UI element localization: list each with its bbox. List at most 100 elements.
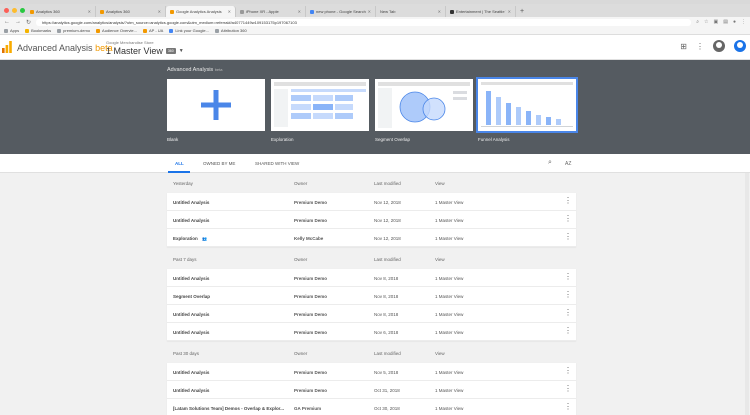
table-row[interactable]: Untitled Analysis Premium Demo Nov 5, 2018… (167, 363, 576, 381)
bookmark-item[interactable]: premium-demo (57, 28, 90, 33)
table-row[interactable]: Untitled Analysis Premium Demo Nov 8, 2018… (167, 269, 576, 287)
search-icon[interactable]: ⌕ (548, 159, 552, 167)
browser-tab-active[interactable]: Google Analytics Analysis ✕ (166, 6, 236, 17)
table-row[interactable]: [Latam Solutions Team] Demos - Overlap &… (167, 399, 576, 415)
view-cell: 1 Master View (435, 200, 464, 205)
more-vert-icon[interactable]: ⋮ (696, 42, 704, 51)
tab-all[interactable]: ALL (175, 161, 184, 166)
template-card-funnel-analysis[interactable] (476, 77, 578, 133)
more-vert-icon[interactable]: ⋮ (564, 366, 572, 375)
column-header-owner[interactable]: Owner (294, 181, 307, 186)
analysis-name: Untitled Analysis (173, 370, 210, 375)
browser-tab[interactable]: New Tab ✕ (376, 6, 446, 17)
minimize-window-icon[interactable] (12, 8, 17, 13)
template-label: Blank (167, 137, 179, 142)
owner-cell: Kelly McCabe (294, 236, 324, 241)
template-card-segment-overlap[interactable] (375, 79, 473, 131)
url-input[interactable]: https://analytics.google.com/analytics/a… (36, 18, 692, 26)
forward-icon[interactable]: → (15, 19, 21, 25)
owner-cell: Premium Demo (294, 200, 328, 205)
reload-icon[interactable]: ↻ (26, 19, 31, 26)
browser-tab[interactable]: Entertainment | The Seattle T ✕ (446, 6, 516, 17)
extension-icon[interactable]: ▣ (714, 19, 719, 25)
column-header-view[interactable]: View (435, 351, 445, 356)
apps-grid-icon[interactable]: ⊞ (680, 42, 687, 51)
column-header-last-modified[interactable]: Last modified (374, 257, 401, 262)
bookmark-apps[interactable]: Apps (4, 28, 19, 33)
close-window-icon[interactable] (4, 8, 9, 13)
table-row[interactable]: Untitled Analysis Premium Demo Nov 8, 2018… (167, 305, 576, 323)
google-favicon-icon (169, 28, 174, 33)
close-tab-icon[interactable]: ✕ (158, 9, 161, 14)
more-vert-icon[interactable]: ⋮ (564, 272, 572, 281)
owner-cell: Premium Demo (294, 370, 328, 375)
zoom-icon[interactable]: ⌕ (696, 19, 699, 25)
more-vert-icon[interactable]: ⋮ (564, 326, 572, 335)
menu-icon[interactable]: ⋮ (741, 19, 746, 25)
template-card-blank[interactable] (167, 79, 265, 131)
google-favicon-icon (310, 9, 314, 14)
bookmark-item[interactable]: Attribution 360 (214, 28, 247, 33)
page-scrollbar[interactable] (745, 173, 749, 415)
browser-tab[interactable]: Analytics 360 ✕ (96, 6, 166, 17)
table-row[interactable]: Untitled Analysis Premium Demo Nov 12, 201… (167, 193, 576, 211)
address-bar-row: ← → ↻ https://analytics.google.com/analy… (0, 17, 750, 27)
column-header-last-modified[interactable]: Last modified (374, 181, 401, 186)
more-vert-icon[interactable]: ⋮ (564, 290, 572, 299)
column-header-view[interactable]: View (435, 181, 445, 186)
tab-owned-by-me[interactable]: OWNED BY ME (203, 161, 235, 166)
new-tab-icon[interactable]: + (516, 6, 524, 17)
user-avatar-icon[interactable] (734, 40, 746, 52)
more-vert-icon[interactable]: ⋮ (564, 384, 572, 393)
view-badge: 360 (165, 48, 176, 54)
last-modified-cell: Nov 5, 2018 (374, 370, 399, 375)
analytics-logo-icon[interactable] (2, 41, 12, 53)
more-vert-icon[interactable]: ⋮ (564, 214, 572, 223)
owner-cell: Premium Demo (294, 388, 328, 393)
apps-grid-icon (4, 28, 8, 33)
close-tab-icon[interactable]: ✕ (298, 9, 301, 14)
table-row[interactable]: Untitled Analysis Premium Demo Oct 31, 201… (167, 381, 576, 399)
close-tab-icon[interactable]: ✕ (508, 9, 511, 14)
column-header-view[interactable]: View (435, 257, 445, 262)
tab-label: new phone - Google Search (316, 9, 366, 14)
close-tab-icon[interactable]: ✕ (438, 9, 441, 14)
more-vert-icon[interactable]: ⋮ (564, 196, 572, 205)
more-vert-icon[interactable]: ⋮ (564, 308, 572, 317)
browser-tab[interactable]: new phone - Google Search ✕ (306, 6, 376, 17)
sort-az-icon[interactable]: AZ (565, 161, 571, 167)
browser-tab[interactable]: Analytics 360 ✕ (26, 6, 96, 17)
view-cell: 1 Master View (435, 294, 464, 299)
star-icon[interactable]: ☆ (704, 19, 708, 25)
browser-tab[interactable]: iPhone XR - Apple ✕ (236, 6, 306, 17)
account-avatar-icon[interactable] (713, 40, 725, 52)
extension-icon[interactable]: ▤ (723, 19, 728, 25)
template-card-exploration[interactable] (271, 79, 369, 131)
column-header-owner[interactable]: Owner (294, 351, 307, 356)
profile-icon[interactable]: ● (733, 19, 736, 25)
bookmark-item[interactable]: Audience Overvie... (96, 28, 137, 33)
bookmark-item[interactable]: Bookmarks (25, 28, 51, 33)
news-favicon-icon (450, 9, 454, 14)
view-cell: 1 Master View (435, 312, 464, 317)
window-controls (4, 8, 25, 13)
back-icon[interactable]: ← (4, 19, 10, 25)
table-row[interactable]: Exploration Kelly McCabe Nov 12, 2018 1 Mas… (167, 229, 576, 247)
bookmark-item[interactable]: AP - UA (142, 28, 163, 33)
more-vert-icon[interactable]: ⋮ (564, 232, 572, 241)
section-header: Past 7 days Owner Last modified View (167, 252, 576, 268)
bookmark-item[interactable]: Link your Google... (169, 28, 209, 33)
close-tab-icon[interactable]: ✕ (228, 9, 231, 14)
table-row[interactable]: Untitled Analysis Premium Demo Nov 12, 201… (167, 211, 576, 229)
more-vert-icon[interactable]: ⋮ (564, 402, 572, 411)
close-tab-icon[interactable]: ✕ (368, 9, 371, 14)
maximize-window-icon[interactable] (20, 8, 25, 13)
view-selector[interactable]: 1 Master View 360 ▼ (106, 46, 184, 56)
table-row[interactable]: Segment Overlap Premium Demo Nov 8, 2018 1 … (167, 287, 576, 305)
table-thumbnail-icon (274, 82, 366, 127)
table-row[interactable]: Untitled Analysis Premium Demo Nov 6, 2018… (167, 323, 576, 341)
close-tab-icon[interactable]: ✕ (88, 9, 91, 14)
column-header-last-modified[interactable]: Last modified (374, 351, 401, 356)
column-header-owner[interactable]: Owner (294, 257, 307, 262)
tab-shared-with-view[interactable]: SHARED WITH VIEW (255, 161, 299, 166)
